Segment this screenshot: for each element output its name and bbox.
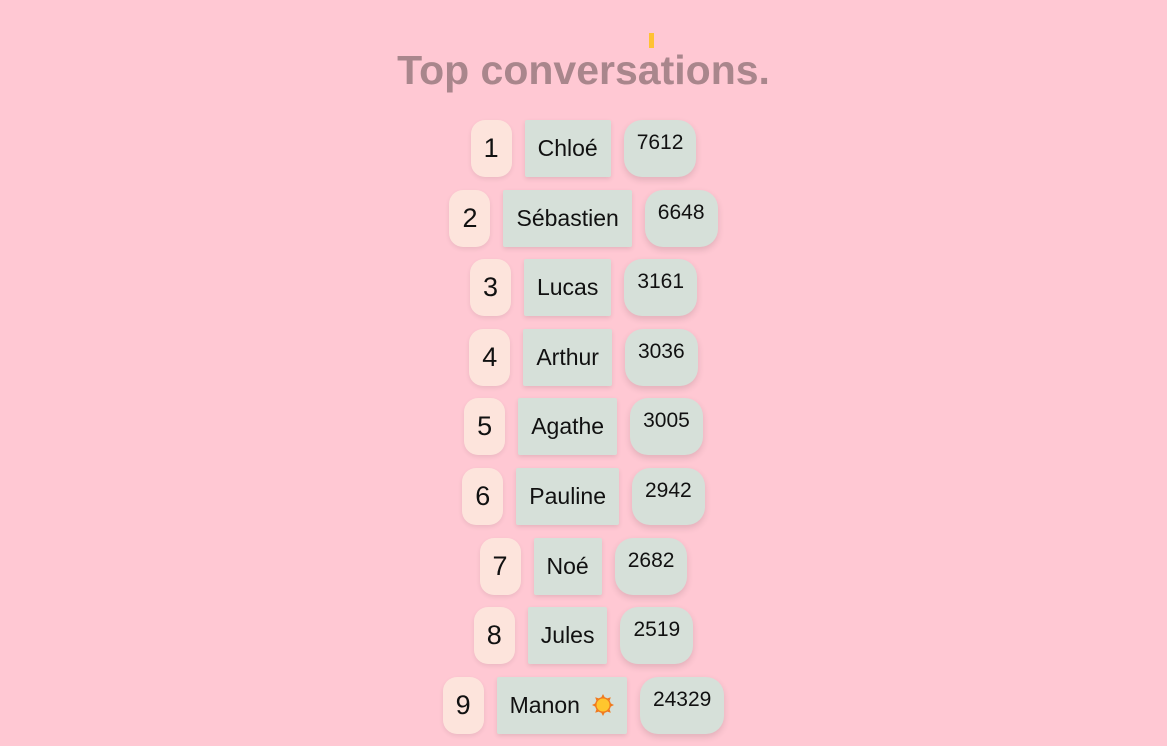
contact-name[interactable]: Chloé [524, 120, 611, 177]
contact-name[interactable]: Jules [527, 607, 608, 665]
message-count: 3161 [624, 259, 698, 317]
sun-icon [591, 694, 614, 717]
leaderboard-list: 1 Chloé 7612 2 Sébastien 6648 3 Lucas 31… [0, 120, 1167, 746]
rank-badge: 6 [462, 467, 504, 525]
message-count: 6648 [644, 189, 718, 247]
leaderboard-row: 4 Arthur 3036 [0, 328, 1167, 387]
rank-badge: 3 [469, 259, 511, 317]
contact-name[interactable]: Noé [533, 537, 602, 595]
leaderboard-row: 3 Lucas 3161 [0, 259, 1167, 317]
leaderboard-row: 7 Noé 2682 [0, 537, 1167, 596]
message-count: 3036 [624, 328, 698, 386]
rank-badge: 9 [442, 676, 484, 734]
leaderboard-row: 1 Chloé 7612 [0, 120, 1167, 178]
page: Top conversations. 1 Chloé 7612 2 Sébast… [0, 0, 1167, 746]
contact-name[interactable]: Agathe [518, 398, 618, 456]
contact-name[interactable]: Sébastien [503, 189, 632, 247]
contact-name[interactable]: Pauline [516, 467, 619, 525]
contact-name[interactable]: Lucas [523, 259, 612, 317]
message-count: 2519 [620, 607, 694, 665]
contact-name: Manon [509, 691, 580, 718]
rank-badge: 2 [449, 189, 491, 247]
leaderboard-row: 2 Sébastien 6648 [0, 189, 1167, 248]
rank-badge: 1 [470, 120, 512, 177]
leaderboard-row: 8 Jules 2519 [0, 607, 1167, 665]
rank-badge: 5 [464, 398, 506, 456]
rank-badge: 4 [469, 328, 511, 386]
leaderboard-row: 5 Agathe 3005 [0, 398, 1167, 456]
contact-name-with-icon[interactable]: Manon [496, 676, 627, 734]
page-title: Top conversations. [397, 47, 770, 93]
message-count: 3005 [630, 398, 703, 456]
leaderboard-row: 9 Manon 24329 [0, 676, 1167, 735]
contact-name[interactable]: Arthur [523, 328, 612, 386]
leaderboard-row: 6 Pauline 2942 [0, 467, 1167, 526]
message-count: 24329 [639, 676, 725, 734]
rank-badge: 7 [479, 537, 521, 595]
message-count: 7612 [623, 120, 697, 177]
message-count: 2942 [632, 467, 705, 525]
message-count: 2682 [614, 537, 688, 595]
rank-badge: 8 [473, 607, 515, 665]
